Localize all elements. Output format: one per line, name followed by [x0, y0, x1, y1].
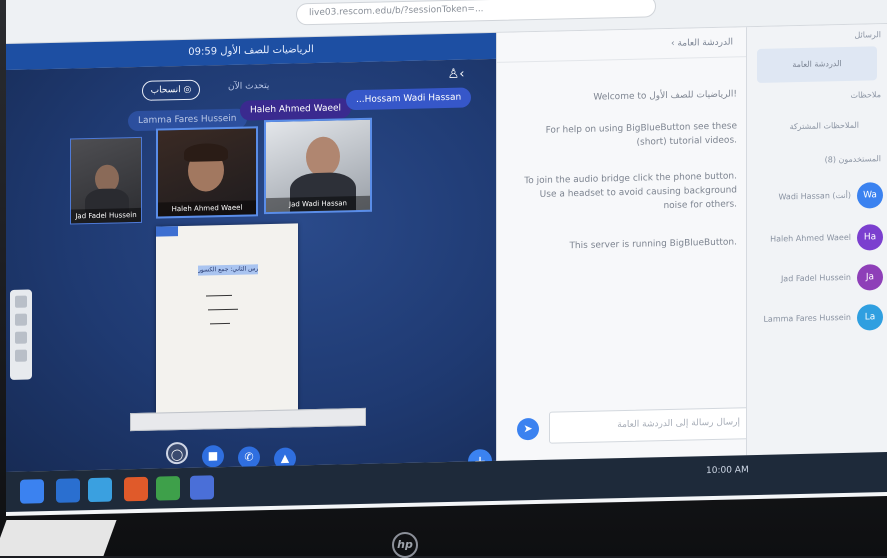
- webcam-name: Jad Wadi Hassan: [266, 195, 370, 213]
- user-avatar: La: [857, 304, 883, 331]
- user-name: Jad Fadel Hussein: [780, 272, 851, 284]
- screen: live03.rescom.edu/b/?sessionToken=... ال…: [6, 0, 887, 516]
- presentation-slide[interactable]: الدرس الثاني: جمع الكسور: [156, 223, 298, 417]
- user-avatar: Ha: [857, 224, 883, 251]
- participant-video: [184, 142, 228, 162]
- slide-line: [208, 308, 238, 311]
- chat-message: This server is running BigBlueButton.: [569, 237, 737, 252]
- taskbar-clock[interactable]: 10:00 AM: [706, 465, 749, 476]
- chat-message: For help on using BigBlueButton see thes…: [545, 121, 737, 148]
- user-name: Wadi Hassan (أنت): [778, 190, 851, 202]
- user-list-item[interactable]: Jad Fadel Hussein Ja: [755, 264, 883, 297]
- user-avatar: Ja: [857, 264, 883, 291]
- address-bar[interactable]: live03.rescom.edu/b/?sessionToken=...: [296, 0, 656, 26]
- chrome-icon[interactable]: [156, 476, 180, 501]
- slide-line: [210, 322, 230, 325]
- public-chat-item[interactable]: الدردشة العامة: [757, 46, 877, 83]
- user-list-item[interactable]: Wadi Hassan (أنت) Wa: [755, 182, 883, 215]
- users-panel: الرسائل الدردشة العامة ملاحظات الملاحظات…: [746, 24, 887, 456]
- slide-line: [206, 294, 232, 297]
- slide-minimize-tab[interactable]: [156, 226, 178, 237]
- chat-message: To join the audio bridge click the phone…: [524, 171, 737, 212]
- participant-video: [306, 136, 340, 178]
- talking-label: يتحدث الآن: [228, 81, 270, 92]
- chat-input[interactable]: إرسال رسالة إلى الدردشة العامة: [549, 407, 749, 444]
- leave-session-button[interactable]: انسحاب ◎: [142, 79, 200, 101]
- firefox-icon[interactable]: [124, 476, 148, 502]
- user-list-item[interactable]: Lamma Fares Hussein La: [755, 304, 883, 337]
- chat-message: Welcome to الرياضيات للصف الأول!: [593, 89, 737, 103]
- pen-icon[interactable]: [15, 295, 27, 308]
- messages-heading: الرسائل: [854, 30, 882, 40]
- chat-header[interactable]: ‹ الدردشة العامة: [497, 27, 747, 63]
- users-heading: المستخدمون (8): [824, 154, 881, 165]
- paper-on-desk: [0, 520, 117, 556]
- notes-heading: ملاحظات: [850, 90, 881, 100]
- audio-settings-icon[interactable]: ◯: [166, 441, 188, 465]
- talker-chip: ...Hossam Wadi Hassan: [346, 87, 472, 111]
- app-icon[interactable]: [190, 475, 214, 500]
- explorer-icon[interactable]: [88, 477, 112, 503]
- whiteboard-tools[interactable]: [10, 289, 32, 380]
- text-icon[interactable]: [15, 313, 27, 326]
- webcam-tile[interactable]: Jad Wadi Hassan: [264, 117, 372, 215]
- chat-panel: ‹ الدردشة العامة Welcome to الرياضيات لل…: [496, 27, 749, 461]
- undo-icon[interactable]: [15, 349, 27, 362]
- shape-icon[interactable]: [15, 331, 27, 344]
- slide-highlighted-text: الدرس الثاني: جمع الكسور: [198, 264, 258, 276]
- user-name: Haleh Ahmed Waeel: [770, 232, 851, 244]
- user-avatar: Wa: [857, 182, 883, 209]
- video-icon[interactable]: ■: [202, 445, 224, 468]
- user-list-item[interactable]: Haleh Ahmed Waeel Ha: [755, 224, 883, 257]
- talker-chip: Haleh Ahmed Waeel: [240, 98, 352, 121]
- webcam-name: Jad Fadel Hussein: [71, 207, 141, 224]
- hp-logo-icon: hp: [392, 532, 418, 558]
- send-message-button[interactable]: ➤: [517, 417, 539, 441]
- start-icon[interactable]: [20, 479, 44, 504]
- webcam-name: Haleh Ahmed Waeel: [158, 200, 256, 217]
- shared-notes-item[interactable]: الملاحظات المشتركة: [790, 121, 859, 132]
- webcam-tile[interactable]: Haleh Ahmed Waeel: [156, 126, 258, 219]
- users-toggle-icon[interactable]: ♙‹: [446, 65, 466, 85]
- edge-icon[interactable]: [56, 478, 80, 503]
- webcam-tile[interactable]: Jad Fadel Hussein: [70, 136, 142, 225]
- presentation-area: ♙‹ يتحدث الآن انسحاب ◎ Lamma Fares Husse…: [6, 58, 496, 474]
- user-name: Lamma Fares Hussein: [763, 312, 851, 324]
